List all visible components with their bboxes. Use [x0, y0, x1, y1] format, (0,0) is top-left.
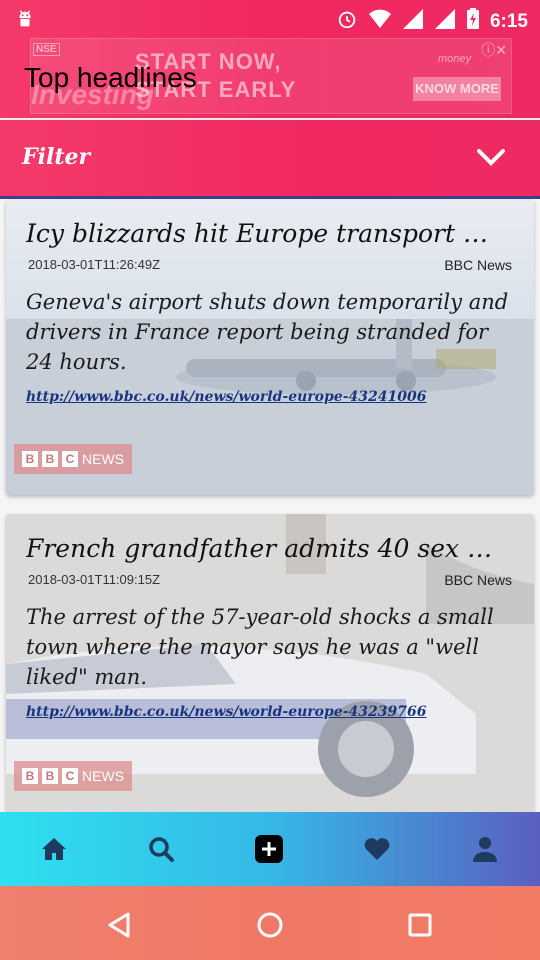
- source-logo-label: NEWS: [82, 768, 124, 784]
- android-debug-icon: [14, 8, 36, 36]
- article-description: The arrest of the 57-year-old shocks a s…: [26, 605, 494, 689]
- source-logo: BBC NEWS: [14, 444, 132, 474]
- alarm-icon: [336, 8, 358, 36]
- wifi-icon: [368, 9, 392, 35]
- home-icon[interactable]: [37, 834, 71, 864]
- article-link[interactable]: http://www.bbc.co.uk/news/world-europe-4…: [26, 389, 426, 405]
- filter-label: Filter: [22, 144, 91, 170]
- signal-icon-2: [434, 8, 456, 36]
- back-icon[interactable]: [102, 908, 136, 942]
- battery-charging-icon: [466, 8, 480, 36]
- recents-icon[interactable]: [403, 908, 437, 942]
- ad-cta-button[interactable]: KNOW MORE: [413, 77, 501, 101]
- filter-bar[interactable]: Filter: [0, 120, 540, 199]
- article-link[interactable]: http://www.bbc.co.uk/news/world-europe-4…: [26, 704, 426, 720]
- add-icon[interactable]: [252, 834, 286, 864]
- page-title: Top headlines: [24, 62, 197, 93]
- person-icon[interactable]: [468, 834, 502, 864]
- search-icon[interactable]: [144, 834, 178, 864]
- article-card[interactable]: French grandfather admits 40 sex a... 20…: [6, 514, 534, 812]
- article-headline[interactable]: French grandfather admits 40 sex a...: [26, 534, 496, 563]
- home-button-icon[interactable]: [253, 908, 287, 942]
- news-feed[interactable]: Icy blizzards hit Europe transport sy...…: [0, 199, 540, 812]
- status-bar: 6:15: [0, 0, 540, 40]
- source-logo-label: NEWS: [82, 451, 124, 467]
- article-headline[interactable]: Icy blizzards hit Europe transport sy...: [26, 219, 496, 248]
- article-description: Geneva's airport shuts down temporarily …: [26, 290, 509, 374]
- bottom-navigation: [0, 812, 540, 886]
- article-source: BBC News: [444, 257, 512, 273]
- status-time: 6:15: [489, 11, 528, 32]
- ad-badge: NSE: [33, 43, 60, 56]
- source-logo: BBC NEWS: [14, 761, 132, 791]
- system-navigation-bar: [0, 886, 540, 960]
- signal-icon: [402, 8, 424, 36]
- heart-icon[interactable]: [360, 834, 394, 864]
- ad-close-icon[interactable]: ⓘ✕: [481, 40, 507, 60]
- chevron-down-icon[interactable]: [476, 146, 506, 173]
- article-source: BBC News: [444, 572, 512, 588]
- article-card[interactable]: Icy blizzards hit Europe transport sy...…: [6, 199, 534, 495]
- ad-partner: money: [437, 53, 471, 65]
- article-date: 2018-03-01T11:26:49Z: [28, 257, 161, 272]
- article-date: 2018-03-01T11:09:15Z: [28, 572, 161, 587]
